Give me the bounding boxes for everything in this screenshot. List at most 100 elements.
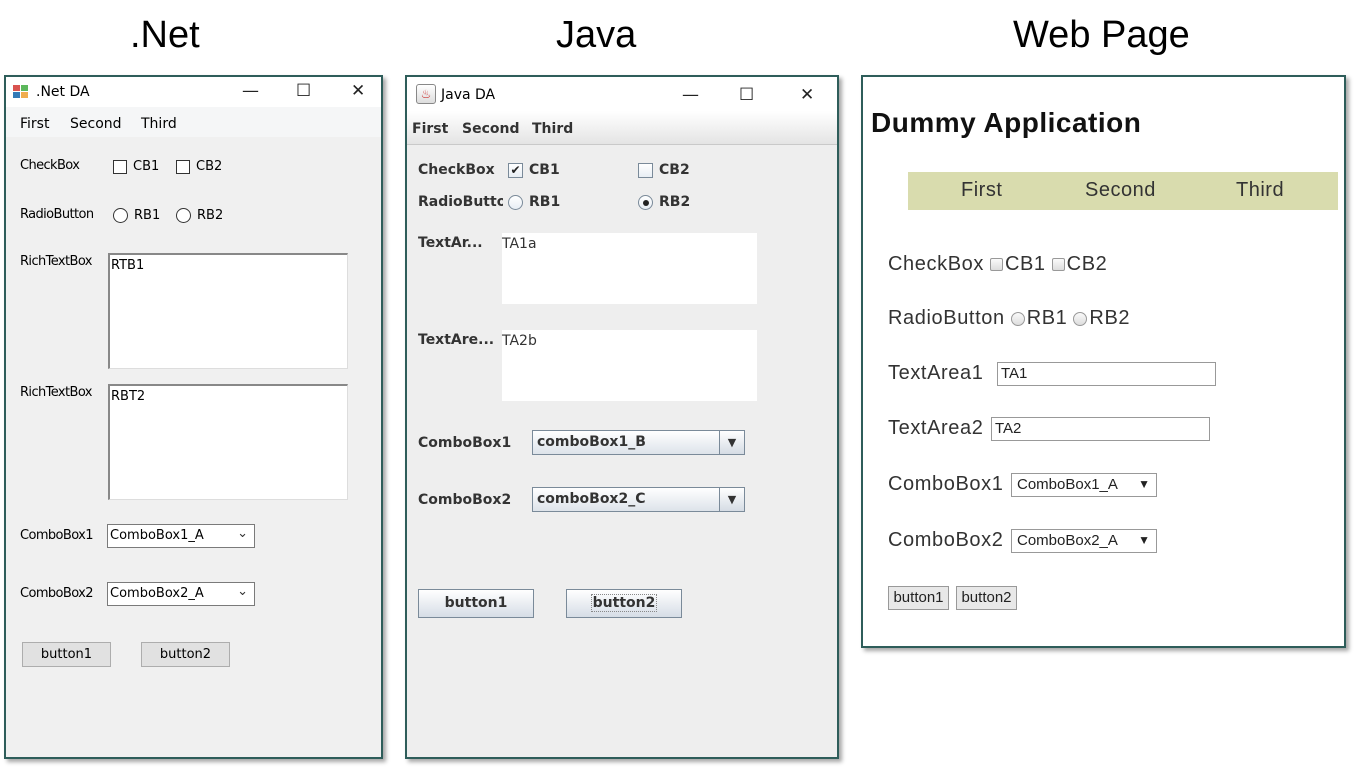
button2[interactable]: button2 xyxy=(956,586,1017,610)
checkbox-text: CB2 xyxy=(196,159,223,174)
window-title: Java DA xyxy=(441,87,496,103)
net-window: .Net DA — ☐ ✕ First Second Third CheckBo… xyxy=(4,75,383,759)
app-icon xyxy=(13,85,29,99)
combobox-value: ComboBox2_A xyxy=(1017,532,1118,549)
combobox-1[interactable]: ComboBox1_A ▼ xyxy=(1011,473,1157,497)
menu-third[interactable]: Third xyxy=(532,121,573,137)
radio-circle[interactable] xyxy=(508,194,523,210)
close-icon[interactable]: ✕ xyxy=(800,85,814,105)
nav-third[interactable]: Third xyxy=(1236,179,1284,202)
button2[interactable]: button2 xyxy=(141,642,230,667)
checkbox-row: CheckBox CB1 CB2 xyxy=(888,253,1107,276)
radio-label: RadioButton xyxy=(20,207,94,222)
combobox-2[interactable]: comboBox2_C ▼ xyxy=(532,487,745,512)
menu-second[interactable]: Second xyxy=(462,121,519,137)
checkbox-box[interactable] xyxy=(1051,258,1065,271)
radio-text: RB2 xyxy=(197,208,224,223)
combobox-value: comboBox1_B xyxy=(537,434,646,450)
button1[interactable]: button1 xyxy=(888,586,949,610)
combo1-label: ComboBox1 xyxy=(888,473,1004,495)
checkbox-label: CheckBox xyxy=(418,162,495,178)
checkbox-cb1[interactable]: CB1 xyxy=(113,159,159,174)
button1[interactable]: button1 xyxy=(418,589,534,618)
radio-text: RB2 xyxy=(659,194,691,210)
rtb2-label: RichTextBox xyxy=(20,385,92,400)
radio-circle[interactable] xyxy=(176,208,191,223)
checkbox-label: CheckBox xyxy=(888,253,984,275)
button-label: button1 xyxy=(444,595,508,611)
combobox-value: ComboBox1_A xyxy=(1017,476,1118,493)
radio-circle[interactable] xyxy=(1010,311,1025,326)
radio-text: RB1 xyxy=(529,194,561,210)
menu-first[interactable]: First xyxy=(20,116,49,132)
radio-text[interactable]: RB1 xyxy=(1027,307,1068,330)
rich-text-box-1[interactable]: RTB1 xyxy=(108,253,348,369)
combobox-2[interactable]: ComboBox2_A ▼ xyxy=(1011,529,1157,553)
dropdown-arrow-icon[interactable]: ▼ xyxy=(1138,533,1150,547)
checkbox-cb2[interactable]: CB2 xyxy=(176,159,222,174)
checkbox-box[interactable] xyxy=(638,162,653,178)
combo2-label: ComboBox2 xyxy=(418,492,512,508)
checkbox-box[interactable] xyxy=(113,159,127,174)
radio-rb1[interactable]: RB1 xyxy=(508,194,560,210)
combobox-1[interactable]: ComboBox1_A ⌄ xyxy=(107,524,255,548)
checkbox-box[interactable] xyxy=(176,159,190,174)
rtb1-label: RichTextBox xyxy=(20,254,92,269)
menu-first[interactable]: First xyxy=(412,121,448,137)
radio-text[interactable]: RB2 xyxy=(1089,307,1130,330)
radio-label: RadioButton xyxy=(418,194,503,210)
checkbox-text[interactable]: CB1 xyxy=(1005,253,1046,276)
chevron-down-icon[interactable]: ⌄ xyxy=(237,584,248,599)
text-area-2[interactable]: TA2b xyxy=(502,330,757,401)
checkbox-label: CheckBox xyxy=(20,158,80,173)
button1[interactable]: button1 xyxy=(22,642,111,667)
heading-java: Java xyxy=(556,14,637,56)
radio-circle[interactable] xyxy=(638,194,653,210)
button2[interactable]: button2 xyxy=(566,589,682,618)
checkbox-cb2[interactable]: CB2 xyxy=(638,162,690,178)
chevron-down-icon[interactable]: ⌄ xyxy=(237,526,248,541)
combobox-1[interactable]: comboBox1_B ▼ xyxy=(532,430,745,455)
nav-first[interactable]: First xyxy=(961,179,1002,202)
checkbox-text[interactable]: CB2 xyxy=(1067,253,1108,276)
menu-third[interactable]: Third xyxy=(141,116,177,132)
radio-circle[interactable] xyxy=(113,208,128,223)
rich-text-box-2[interactable]: RBT2 xyxy=(108,384,348,500)
checkbox-box[interactable] xyxy=(989,258,1003,271)
java-menubar: First Second Third xyxy=(407,111,837,145)
radio-row: RadioButton RB1 RB2 xyxy=(888,307,1130,330)
nav-second[interactable]: Second xyxy=(1085,179,1156,202)
web-window: Dummy Application First Second Third Che… xyxy=(861,75,1346,648)
text-area-2[interactable]: TA2 xyxy=(991,417,1210,441)
textarea1-label: TextArea1 xyxy=(888,362,984,384)
textarea1-label: TextAr... xyxy=(418,235,483,251)
minimize-icon[interactable]: — xyxy=(242,81,259,101)
checkbox-text: CB1 xyxy=(133,159,160,174)
text-area-1[interactable]: TA1 xyxy=(997,362,1216,386)
combo2-label: ComboBox2 xyxy=(888,529,1004,551)
checkbox-cb1[interactable]: ✔ CB1 xyxy=(508,162,560,178)
minimize-icon[interactable]: — xyxy=(682,85,699,105)
text-area-1[interactable]: TA1a xyxy=(502,233,757,304)
maximize-icon[interactable]: ☐ xyxy=(296,81,311,101)
checkbox-text: CB2 xyxy=(659,162,690,178)
java-window: ♨ Java DA — ☐ ✕ First Second Third Check… xyxy=(405,75,839,759)
window-title: .Net DA xyxy=(36,84,90,100)
net-titlebar[interactable]: .Net DA — ☐ ✕ xyxy=(6,77,381,107)
textarea2-label: TextAre... xyxy=(418,332,495,348)
dropdown-arrow-icon[interactable]: ▼ xyxy=(1138,477,1150,491)
dropdown-arrow-icon[interactable]: ▼ xyxy=(719,431,744,454)
menu-second[interactable]: Second xyxy=(70,116,122,132)
radio-rb2[interactable]: RB2 xyxy=(638,194,690,210)
combobox-2[interactable]: ComboBox2_A ⌄ xyxy=(107,582,255,606)
radio-circle[interactable] xyxy=(1073,311,1088,326)
check-icon[interactable]: ✔ xyxy=(508,162,523,178)
combobox-value: comboBox2_C xyxy=(537,491,646,507)
close-icon[interactable]: ✕ xyxy=(351,81,365,101)
dropdown-arrow-icon[interactable]: ▼ xyxy=(719,488,744,511)
radio-rb2[interactable]: RB2 xyxy=(176,208,223,223)
radio-rb1[interactable]: RB1 xyxy=(113,208,160,223)
heading-net: .Net xyxy=(130,14,200,56)
java-titlebar[interactable]: ♨ Java DA — ☐ ✕ xyxy=(407,77,837,111)
maximize-icon[interactable]: ☐ xyxy=(739,85,754,105)
